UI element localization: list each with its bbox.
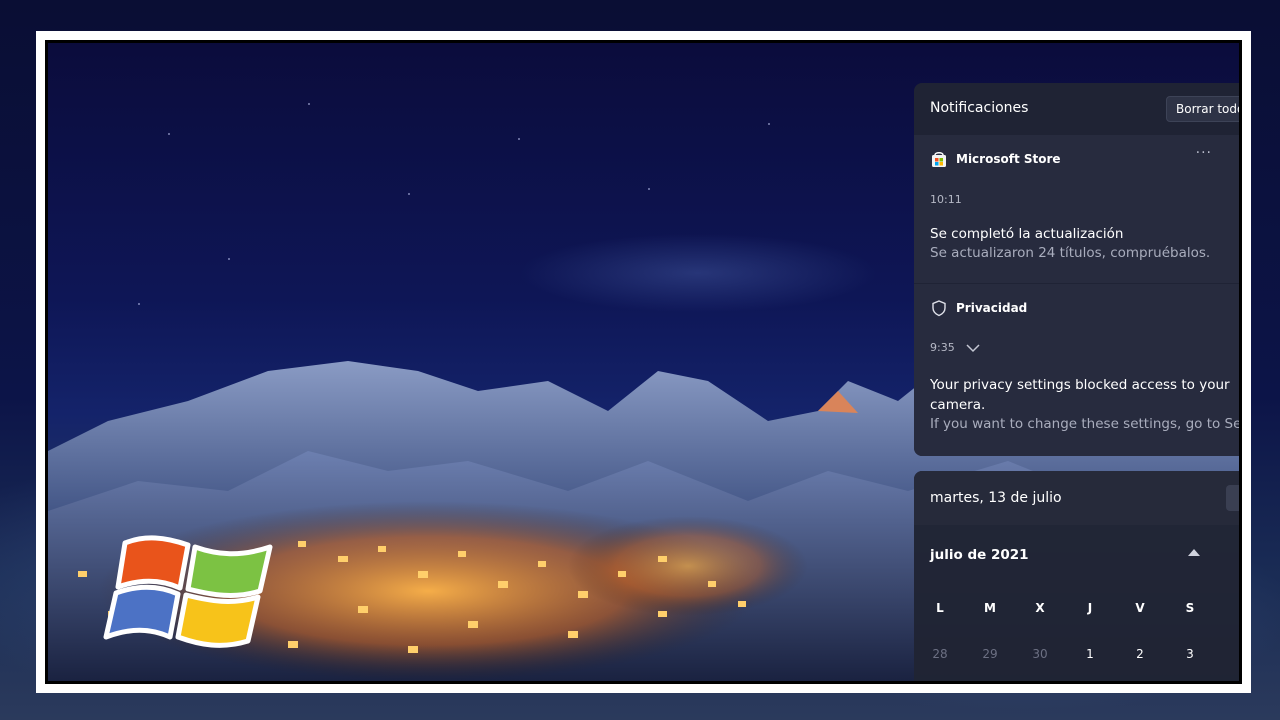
weekday-label: X [1035,601,1045,615]
notification-title: Se completó la actualización [930,226,1124,242]
notification-body: If you want to change these settings, go… [930,416,1239,432]
weekday-label: J [1087,601,1093,615]
white-frame: Notificaciones Borrar todo Microsoft Sto… [36,31,1251,693]
calendar-day[interactable]: 1 [1065,647,1115,661]
clear-all-button[interactable]: Borrar todo [1166,96,1239,122]
microsoft-store-icon [932,152,946,167]
shield-icon [932,300,946,317]
app-name: Microsoft Store [956,152,1061,166]
collapse-calendar-button[interactable] [1226,485,1239,511]
notification-card-store[interactable]: Microsoft Store ··· 10:11 Se completó la… [914,135,1239,283]
notifications-title: Notificaciones [930,100,1029,116]
app-row: Privacidad [930,298,1027,318]
notification-center: Notificaciones Borrar todo Microsoft Sto… [914,83,1239,456]
weekday-label: L [936,601,944,615]
weekday-label: V [1135,601,1145,615]
notification-card-privacy[interactable]: Privacidad 9:35 Your privacy settings bl… [914,284,1239,456]
calendar-date-row: martes, 13 de julio [914,471,1239,525]
chevron-down-icon[interactable] [966,343,980,353]
calendar-day[interactable]: 2 [1115,647,1165,661]
notification-time-row: 9:35 [930,341,980,354]
calendar-day[interactable]: 29 [965,647,1015,661]
calendar-day[interactable]: 28 [915,647,965,661]
calendar-month: julio de 2021 [930,547,1029,563]
previous-month-arrow-icon[interactable] [1188,549,1200,556]
current-date: martes, 13 de julio [930,490,1062,506]
notification-title: Your privacy settings blocked access to … [930,377,1230,413]
night-cloud [518,233,878,313]
weekday-label: M [984,601,996,615]
more-options-button[interactable]: ··· [1196,145,1212,161]
notification-header: Notificaciones Borrar todo [914,83,1239,135]
notification-time: 9:35 [930,341,955,354]
app-name: Privacidad [956,301,1028,315]
weekday-label: S [1185,601,1195,615]
desktop-wallpaper: Notificaciones Borrar todo Microsoft Sto… [48,43,1239,681]
notification-time: 10:11 [930,193,962,206]
app-row: Microsoft Store [930,149,1061,169]
frame-inner: Notificaciones Borrar todo Microsoft Sto… [45,40,1242,684]
calendar-day[interactable]: 3 [1165,647,1215,661]
calendar-panel: martes, 13 de julio julio de 2021 L M X … [914,471,1239,681]
calendar-day[interactable]: 30 [1015,647,1065,661]
windows-logo-icon [103,535,273,648]
notification-body: Se actualizaron 24 títulos, compruébalos… [930,245,1211,261]
